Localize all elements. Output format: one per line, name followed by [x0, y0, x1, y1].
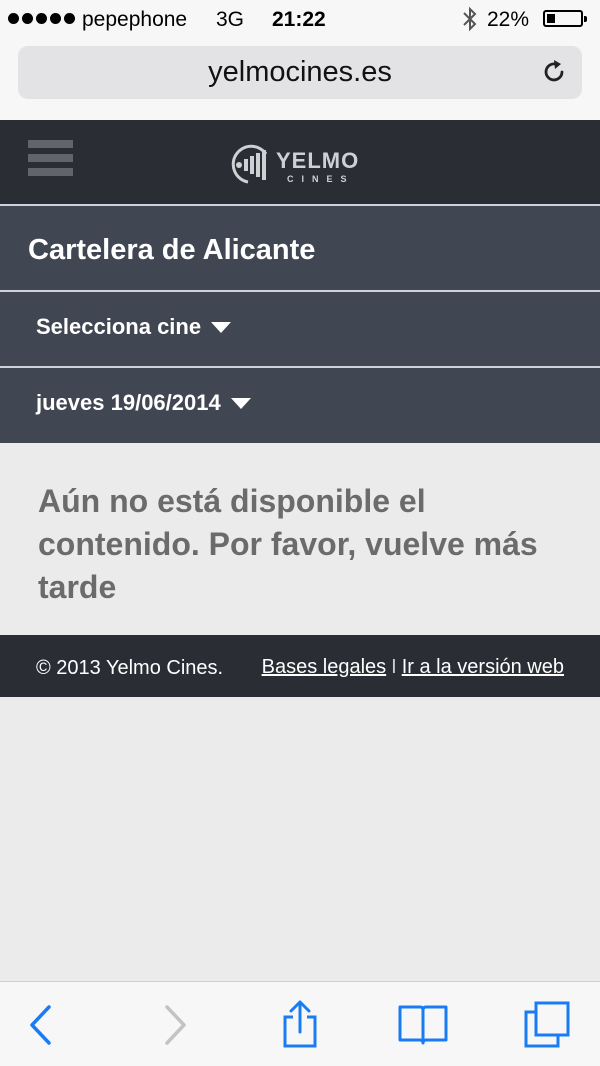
footer-links: Bases legales I Ir a la versión web: [262, 656, 564, 679]
url-text: yelmocines.es: [208, 56, 392, 88]
dropdown-caret-icon: [211, 321, 232, 333]
signal-strength-icon: [8, 13, 75, 24]
unavailable-message: Aún no está disponible el contenido. Por…: [38, 483, 538, 605]
date-select[interactable]: jueves 19/06/2014: [36, 390, 251, 416]
site-header: YELMO CINES: [0, 120, 600, 204]
reload-icon[interactable]: [540, 58, 568, 86]
tabs-icon[interactable]: [522, 1000, 572, 1050]
page-title: Cartelera de Alicante: [28, 234, 316, 266]
cinema-select[interactable]: Selecciona cine: [36, 314, 232, 340]
copyright: © 2013 Yelmo Cines.: [36, 657, 224, 679]
brand-subtitle: CINES: [287, 174, 355, 184]
battery-percent: 22%: [487, 8, 530, 31]
brand-name: YELMO: [276, 148, 360, 173]
browser-toolbar: [0, 981, 600, 1066]
cinema-select-label: Selecciona cine: [36, 314, 202, 339]
yelmo-logo[interactable]: YELMO CINES: [226, 140, 376, 186]
site-footer: © 2013 Yelmo Cines. Bases legales I Ir a…: [0, 635, 600, 697]
network-type: 3G: [216, 8, 245, 31]
bluetooth-icon: [463, 6, 477, 32]
hamburger-menu-icon[interactable]: [28, 140, 73, 180]
carrier-name: pepephone: [82, 8, 188, 31]
share-icon[interactable]: [275, 1000, 325, 1050]
status-bar: pepephone 3G 21:22 22%: [0, 0, 600, 40]
browser-address-area: yelmocines.es: [0, 40, 600, 120]
forward-icon[interactable]: [150, 1000, 200, 1050]
date-select-bar: jueves 19/06/2014: [0, 366, 600, 443]
legal-link[interactable]: Bases legales: [262, 656, 387, 679]
yelmo-logo-icon: [231, 144, 268, 184]
dropdown-caret-icon: [230, 397, 251, 409]
page-title-bar: Cartelera de Alicante: [0, 204, 600, 290]
clock: 21:22: [272, 8, 326, 31]
web-version-link[interactable]: Ir a la versión web: [402, 656, 564, 679]
cinema-select-bar: Selecciona cine: [0, 290, 600, 366]
battery-icon: [543, 10, 587, 27]
address-bar[interactable]: yelmocines.es: [18, 46, 582, 99]
link-separator: I: [391, 656, 397, 678]
date-select-label: jueves 19/06/2014: [36, 390, 221, 415]
back-icon[interactable]: [18, 1000, 68, 1050]
bookmarks-icon[interactable]: [398, 1000, 448, 1050]
